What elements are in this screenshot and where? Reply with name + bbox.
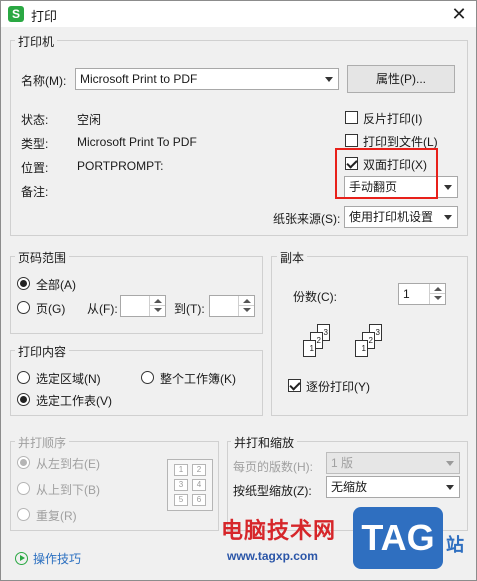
reverse-print-label[interactable]: 反片打印(I) xyxy=(363,110,422,127)
paper-source-label: 纸张来源(S): xyxy=(273,212,341,226)
from-page-stepper[interactable] xyxy=(120,295,166,317)
printer-group-title: 打印机 xyxy=(15,33,58,50)
reverse-print-checkbox[interactable] xyxy=(345,111,358,124)
chevron-down-icon xyxy=(446,485,454,490)
watermark-url: www.tagxp.com xyxy=(227,549,318,563)
all-pages-label[interactable]: 全部(A) xyxy=(36,276,76,293)
copies-count-label: 份数(C): xyxy=(293,290,337,304)
scale-to-paper-value: 无缩放 xyxy=(331,480,368,494)
scaling-title: 并打和缩放 xyxy=(231,434,298,451)
repeat-label[interactable]: 重复(R) xyxy=(36,507,77,524)
grid-cell: 3 xyxy=(174,479,188,491)
watermark-suffix: 站 xyxy=(446,535,464,555)
workbook-radio[interactable] xyxy=(141,371,154,384)
spin-up-icon[interactable] xyxy=(149,296,165,306)
top-to-bottom-label[interactable]: 从上到下(B) xyxy=(36,481,100,498)
watermark-site-name: 电脑技术网 xyxy=(221,518,337,543)
print-order-preview-icon: 1 2 3 4 5 6 xyxy=(167,459,213,511)
print-order-title: 并打顺序 xyxy=(15,434,70,451)
scale-to-paper-select[interactable]: 无缩放 xyxy=(326,476,460,498)
print-content-title: 打印内容 xyxy=(15,343,70,360)
paper-source-select[interactable]: 使用打印机设置 xyxy=(344,206,458,228)
spin-down-icon[interactable] xyxy=(429,294,445,304)
wps-spreadsheet-icon: S xyxy=(8,6,24,22)
spin-down-icon[interactable] xyxy=(238,306,254,316)
to-page-stepper[interactable] xyxy=(209,295,255,317)
pages-per-sheet-select[interactable]: 1 版 xyxy=(326,452,460,474)
spin-up-icon[interactable] xyxy=(238,296,254,306)
printer-name-value: Microsoft Print to PDF xyxy=(80,72,198,86)
pages-label[interactable]: 页(G) xyxy=(36,300,65,317)
copies-title: 副本 xyxy=(277,249,308,266)
repeat-radio[interactable] xyxy=(17,508,30,521)
location-label: 位置: xyxy=(21,161,49,175)
status-value: 空闲 xyxy=(77,113,102,127)
tips-link[interactable]: 操作技巧 xyxy=(33,550,81,567)
location-value: PORTPROMPT: xyxy=(77,159,164,173)
left-to-right-radio[interactable] xyxy=(17,456,30,469)
window-title: 打印 xyxy=(31,9,58,24)
page-icon: 1 xyxy=(303,340,316,357)
red-highlight-box xyxy=(335,148,438,199)
title-bar: S 打印 ✕ xyxy=(1,1,476,27)
chevron-down-icon xyxy=(444,185,452,190)
comment-label: 备注: xyxy=(21,185,49,199)
pages-per-sheet-label: 每页的版数(H): xyxy=(233,460,313,474)
scale-to-paper-label: 按纸型缩放(Z): xyxy=(233,484,312,498)
grid-cell: 5 xyxy=(174,494,188,506)
selection-radio[interactable] xyxy=(17,371,30,384)
grid-cell: 2 xyxy=(192,464,206,476)
from-label: 从(F): xyxy=(87,302,118,316)
spin-down-icon[interactable] xyxy=(149,306,165,316)
printer-name-select[interactable]: Microsoft Print to PDF xyxy=(75,68,339,90)
spin-up-icon[interactable] xyxy=(429,284,445,294)
grid-cell: 4 xyxy=(192,479,206,491)
all-pages-radio[interactable] xyxy=(17,277,30,290)
printer-name-label: 名称(M): xyxy=(21,74,67,88)
page-icon: 1 xyxy=(355,340,368,357)
left-to-right-label[interactable]: 从左到右(E) xyxy=(36,455,100,472)
grid-cell: 6 xyxy=(192,494,206,506)
to-label: 到(T): xyxy=(174,302,205,316)
pages-radio[interactable] xyxy=(17,301,30,314)
copies-count-stepper[interactable]: 1 xyxy=(398,283,446,305)
chevron-down-icon xyxy=(446,461,454,466)
collate-label[interactable]: 逐份打印(Y) xyxy=(306,378,370,395)
grid-cell: 1 xyxy=(174,464,188,476)
selection-label[interactable]: 选定区域(N) xyxy=(36,370,101,387)
workbook-label[interactable]: 整个工作簿(K) xyxy=(160,370,236,387)
print-to-file-checkbox[interactable] xyxy=(345,134,358,147)
top-to-bottom-radio[interactable] xyxy=(17,482,30,495)
type-value: Microsoft Print To PDF xyxy=(77,135,197,149)
properties-button[interactable]: 属性(P)... xyxy=(347,65,455,93)
sheet-label[interactable]: 选定工作表(V) xyxy=(36,392,112,409)
copies-count-value: 1 xyxy=(403,287,410,301)
watermark-logo: TAG xyxy=(353,507,443,569)
close-icon[interactable]: ✕ xyxy=(442,1,476,27)
page-range-title: 页码范围 xyxy=(15,249,70,266)
type-label: 类型: xyxy=(21,137,49,151)
play-circle-icon[interactable] xyxy=(15,552,28,565)
pages-per-sheet-value: 1 版 xyxy=(331,456,354,470)
paper-source-value: 使用打印机设置 xyxy=(349,210,434,224)
print-dialog: S 打印 ✕ 打印机 名称(M): Microsoft Print to PDF… xyxy=(0,0,477,581)
chevron-down-icon xyxy=(444,215,452,220)
chevron-down-icon xyxy=(325,77,333,82)
status-label: 状态: xyxy=(21,113,49,127)
sheet-radio[interactable] xyxy=(17,393,30,406)
collate-checkbox[interactable] xyxy=(288,379,301,392)
